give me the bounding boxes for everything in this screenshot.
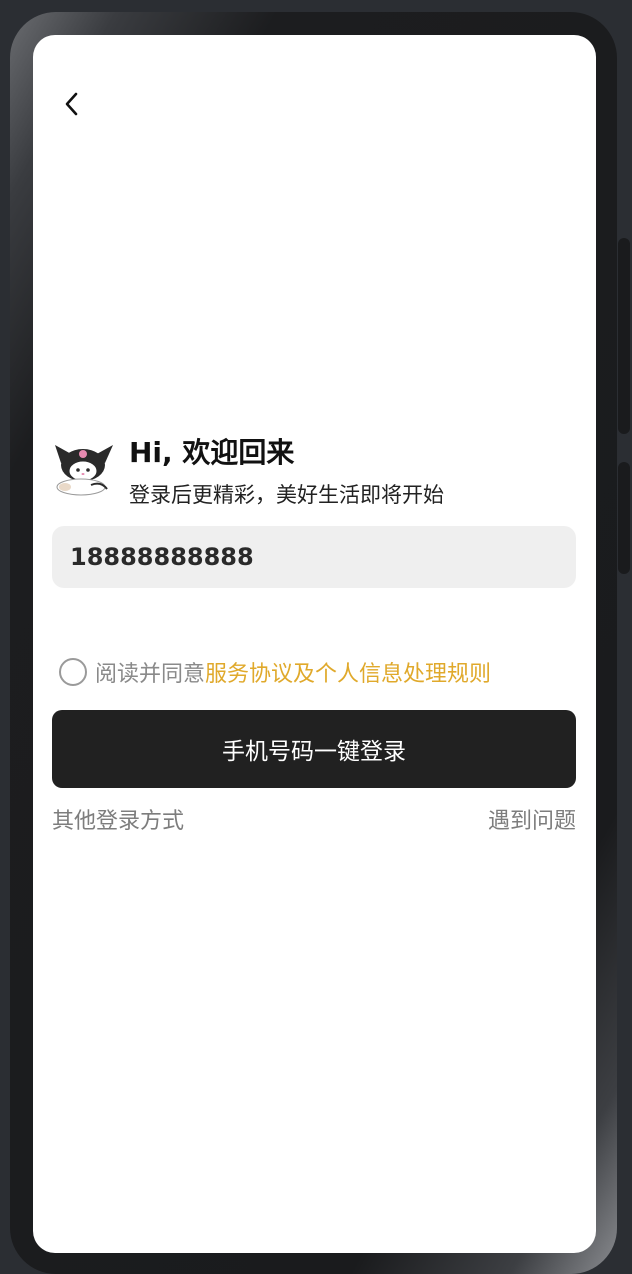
login-screen: Hi, 欢迎回来 登录后更精彩，美好生活即将开始 阅读并同意 服务协议及个人信息… xyxy=(33,35,596,1253)
welcome-subtitle: 登录后更精彩，美好生活即将开始 xyxy=(129,483,444,507)
phone-number-input[interactable] xyxy=(52,526,576,588)
mascot-avatar xyxy=(55,445,113,496)
one-click-login-button[interactable]: 手机号码一键登录 xyxy=(52,710,576,788)
terms-link[interactable]: 服务协议及个人信息处理规则 xyxy=(205,656,491,688)
welcome-section: Hi, 欢迎回来 登录后更精彩，美好生活即将开始 xyxy=(51,431,571,511)
agreement-prefix: 阅读并同意 xyxy=(95,662,206,687)
volume-side-button xyxy=(618,238,630,434)
agreement-checkbox[interactable] xyxy=(59,658,87,686)
chevron-left-icon xyxy=(65,92,78,116)
power-side-button xyxy=(618,462,630,574)
back-button[interactable] xyxy=(57,89,87,119)
welcome-title: Hi, 欢迎回来 xyxy=(129,436,295,469)
agreement-row: 阅读并同意 服务协议及个人信息处理规则 xyxy=(59,655,491,689)
other-login-methods-link[interactable]: 其他登录方式 xyxy=(52,803,184,835)
help-link[interactable]: 遇到问题 xyxy=(488,803,576,835)
